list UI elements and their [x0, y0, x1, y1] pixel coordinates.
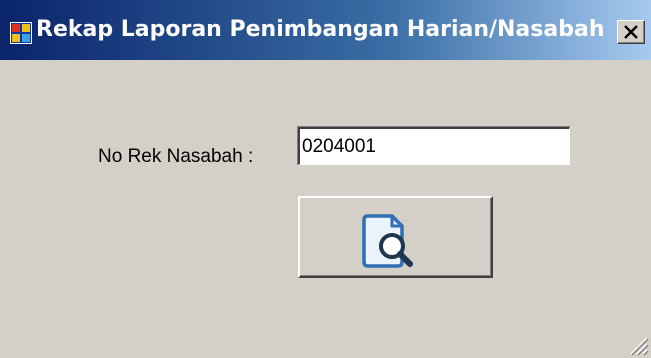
account-number-label: No Rek Nasabah : — [98, 146, 254, 167]
title-bar[interactable]: Rekap Laporan Penimbangan Harian/Nasabah — [0, 0, 651, 60]
app-window-icon — [10, 22, 32, 44]
document-search-icon — [362, 214, 413, 268]
resize-grip-icon[interactable] — [625, 332, 649, 356]
preview-report-button[interactable] — [298, 196, 493, 278]
account-number-input[interactable] — [298, 127, 570, 165]
close-icon — [624, 25, 638, 39]
window-title: Rekap Laporan Penimbangan Harian/Nasabah — [36, 17, 605, 42]
close-button[interactable] — [617, 20, 645, 44]
report-dialog-window: Rekap Laporan Penimbangan Harian/Nasabah… — [0, 0, 651, 358]
